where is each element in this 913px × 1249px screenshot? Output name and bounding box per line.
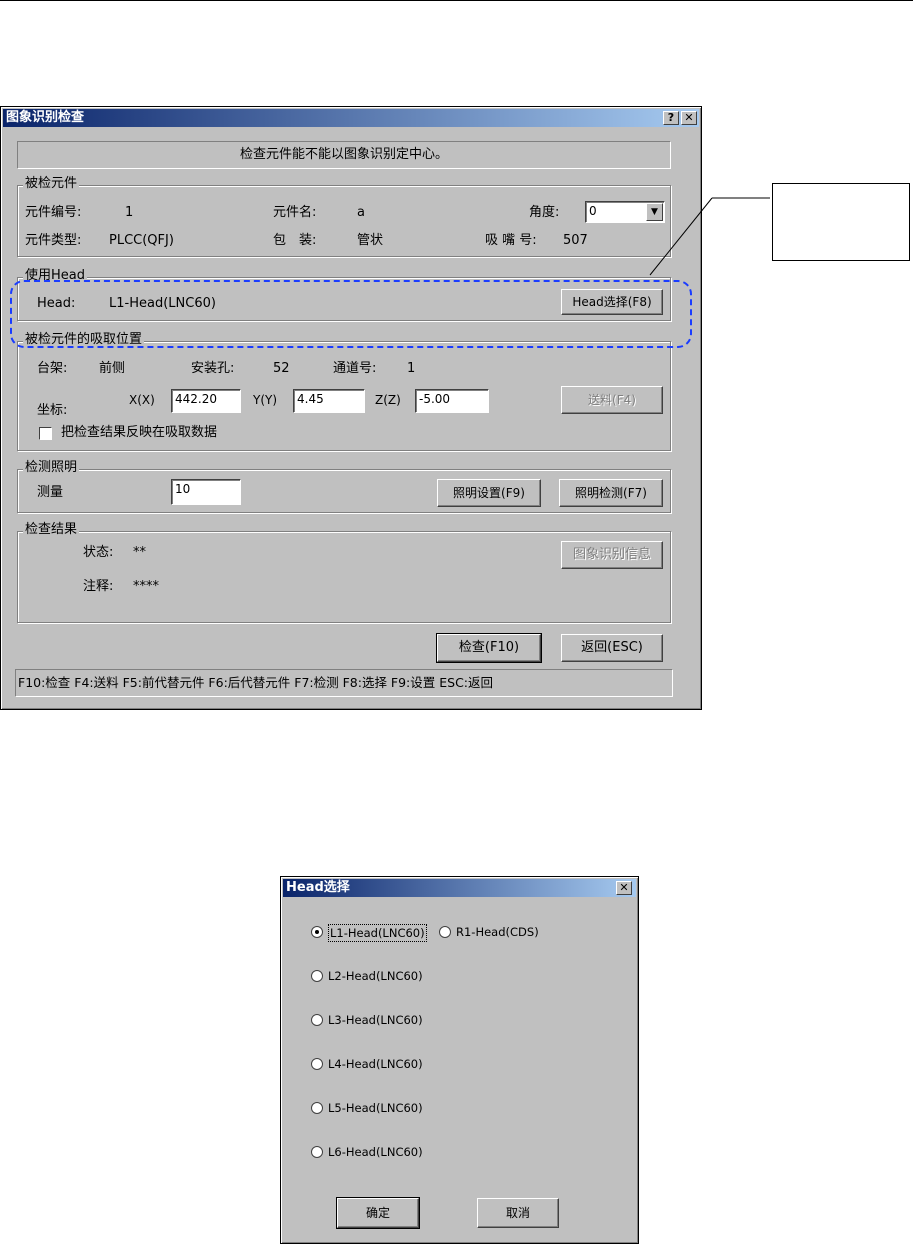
note-label: 注释: bbox=[83, 579, 114, 594]
y-input[interactable]: 4.45 bbox=[293, 389, 365, 413]
lighting-setup-button[interactable]: 照明设置(F9) bbox=[437, 479, 541, 507]
status-label: 状态: bbox=[83, 545, 114, 560]
recognition-info-button[interactable]: 图象识别信息 bbox=[561, 541, 663, 569]
package-value: 管状 bbox=[357, 233, 384, 248]
option-label-l2: L2-Head(LNC60) bbox=[328, 969, 423, 983]
head-dialog-title: Head选择 bbox=[286, 880, 350, 895]
radio-l5[interactable] bbox=[311, 1102, 323, 1114]
radio-r1[interactable] bbox=[439, 926, 451, 938]
hole-label: 安装孔: bbox=[191, 361, 235, 376]
result-group-label: 检查结果 bbox=[23, 522, 80, 537]
stage-label: 台架: bbox=[37, 361, 68, 376]
reflect-checkbox[interactable] bbox=[39, 427, 52, 440]
angle-value: 0 bbox=[589, 204, 597, 218]
option-label-r1: R1-Head(CDS) bbox=[456, 925, 539, 939]
component-group-label: 被检元件 bbox=[23, 176, 80, 191]
x-label: X(X) bbox=[129, 393, 155, 407]
radio-l4[interactable] bbox=[311, 1058, 323, 1070]
dialog-title: 图象识别检查 bbox=[6, 110, 85, 125]
lighting-detect-button[interactable]: 照明检测(F7) bbox=[559, 479, 663, 507]
banner-panel: 检查元件能不能以图象识别定中心。 bbox=[17, 141, 671, 169]
part-no-label: 元件编号: bbox=[25, 205, 82, 220]
option-label-l3: L3-Head(LNC60) bbox=[328, 1013, 423, 1027]
head-select-dialog: Head选择 ✕ L1-Head(LNC60) R1-Head(CDS) L2-… bbox=[280, 876, 639, 1244]
note-value: **** bbox=[133, 579, 159, 594]
head-highlight-outline bbox=[10, 280, 692, 348]
banner-text: 检查元件能不能以图象识别定中心。 bbox=[239, 147, 448, 162]
measure-input[interactable]: 10 bbox=[171, 479, 241, 505]
radio-l2[interactable] bbox=[311, 970, 323, 982]
option-label-l1: L1-Head(LNC60) bbox=[328, 924, 427, 942]
help-button[interactable]: ? bbox=[663, 111, 679, 125]
cancel-button[interactable]: 取消 bbox=[477, 1198, 559, 1228]
angle-label: 角度: bbox=[529, 205, 560, 220]
option-label-l4: L4-Head(LNC60) bbox=[328, 1057, 423, 1071]
package-label: 包 装: bbox=[273, 233, 317, 248]
back-button[interactable]: 返回(ESC) bbox=[561, 634, 663, 662]
measure-label: 测量 bbox=[37, 485, 64, 500]
channel-label: 通道号: bbox=[333, 361, 377, 376]
head-dialog-title-bar[interactable]: Head选择 ✕ bbox=[283, 879, 636, 897]
status-bar: F10:检查 F4:送料 F5:前代替元件 F6:后代替元件 F7:检测 F8:… bbox=[15, 669, 673, 697]
lighting-group-label: 检测照明 bbox=[23, 460, 80, 475]
option-label-l5: L5-Head(LNC60) bbox=[328, 1101, 423, 1115]
stage-value: 前侧 bbox=[99, 361, 126, 376]
callout-box bbox=[772, 183, 910, 261]
callout-leader-line bbox=[649, 197, 770, 276]
title-bar[interactable]: 图象识别检查 ? ✕ bbox=[3, 109, 699, 127]
feed-button[interactable]: 送料(F4) bbox=[561, 386, 663, 414]
channel-value: 1 bbox=[407, 361, 416, 376]
part-name-value: a bbox=[357, 205, 365, 220]
x-input[interactable]: 442.20 bbox=[171, 389, 241, 413]
nozzle-label: 吸 嘴 号: bbox=[485, 233, 537, 248]
status-bar-text: F10:检查 F4:送料 F5:前代替元件 F6:后代替元件 F7:检测 F8:… bbox=[18, 675, 494, 690]
part-no-value: 1 bbox=[125, 205, 134, 220]
y-label: Y(Y) bbox=[253, 393, 278, 407]
radio-l1[interactable] bbox=[311, 926, 323, 938]
radio-l3[interactable] bbox=[311, 1014, 323, 1026]
part-type-label: 元件类型: bbox=[25, 233, 82, 248]
image-recognition-check-dialog: 图象识别检查 ? ✕ 检查元件能不能以图象识别定中心。 被检元件 元件编号: 1… bbox=[0, 106, 702, 710]
reflect-checkbox-label: 把检查结果反映在吸取数据 bbox=[61, 425, 218, 440]
radio-l6[interactable] bbox=[311, 1146, 323, 1158]
z-label: Z(Z) bbox=[375, 393, 401, 407]
coord-label: 坐标: bbox=[37, 403, 68, 418]
z-input[interactable]: -5.00 bbox=[415, 389, 489, 413]
option-label-l6: L6-Head(LNC60) bbox=[328, 1145, 423, 1159]
ok-button[interactable]: 确定 bbox=[336, 1197, 420, 1229]
hole-value: 52 bbox=[273, 361, 290, 376]
close-button[interactable]: ✕ bbox=[681, 111, 697, 125]
check-button[interactable]: 检查(F10) bbox=[436, 633, 542, 663]
status-value: ** bbox=[133, 545, 146, 560]
part-name-label: 元件名: bbox=[273, 205, 317, 220]
part-type-value: PLCC(QFJ) bbox=[109, 233, 174, 248]
page-top-rule bbox=[0, 0, 913, 1]
head-dialog-close-button[interactable]: ✕ bbox=[616, 881, 632, 895]
nozzle-value: 507 bbox=[563, 233, 588, 248]
